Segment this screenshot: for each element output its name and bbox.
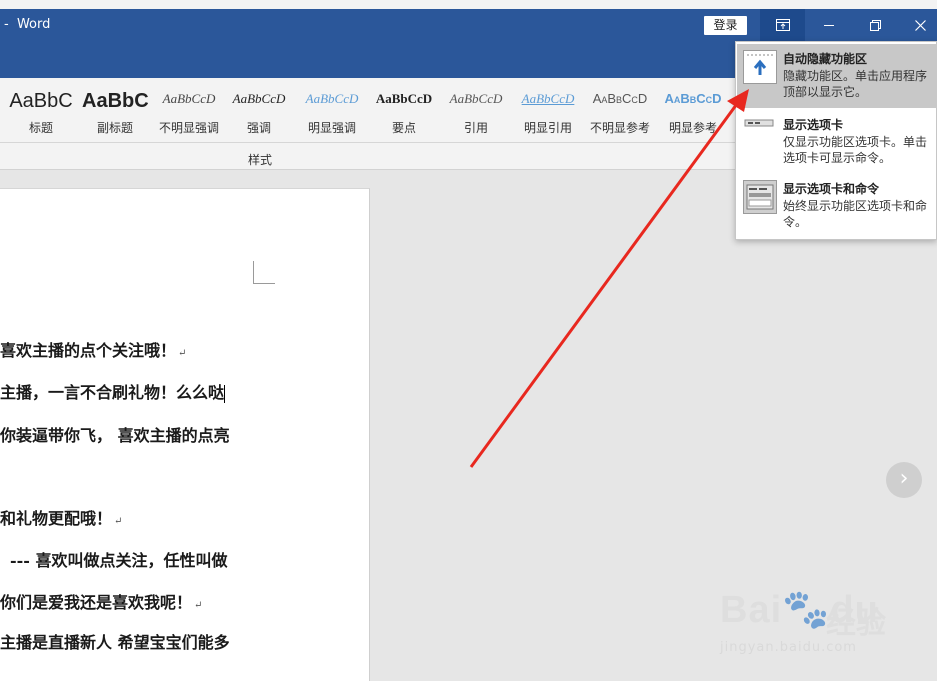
paragraph-mark: ↵ [194,600,203,611]
style-sample: AaBbCcD [449,91,503,106]
styles-group-label: 样式 [247,153,272,167]
menu-item-show-tabs-commands[interactable]: 显示选项卡和命令 始终显示功能区选项卡和命令。 [737,174,937,238]
style-label: 副标题 [96,121,133,135]
menu-item-description: 仅显示功能区选项卡。单击选项卡可显示命令。 [783,135,928,165]
style-label: 不明显参考 [589,121,650,135]
watermark-url: jingyan.baidu.com [720,640,857,655]
style-label: 不明显强调 [158,121,219,135]
show-tabs-icon [743,116,777,150]
auto-hide-ribbon-icon [743,50,777,84]
doc-line: --- 喜欢叫做点关注，任性叫做 [10,551,228,570]
style-title[interactable]: AaBbC 标题 [8,78,74,138]
doc-line: 喜欢主播的点个关注哦！ ↵ [0,341,187,360]
style-subtle-reference[interactable]: AaBbCcD 不明显参考 [589,78,651,138]
style-sample: AaBbCcD [664,91,722,106]
style-label: 明显引用 [523,121,572,135]
window-title: - Word [4,17,51,32]
style-label: 标题 [28,121,53,135]
style-sample: AaBbC [9,90,73,112]
menu-item-title: 显示选项卡和命令 [783,182,880,196]
style-strong[interactable]: AaBbCcD 要点 [373,78,435,138]
style-sample: AaBbCcD [162,91,216,106]
style-subtitle[interactable]: AaBbC 副标题 [82,78,148,138]
menu-item-auto-hide-ribbon[interactable]: 自动隐藏功能区 隐藏功能区。单击应用程序顶部以显示它。 [737,44,937,108]
watermark-cn: 经验 [826,606,886,641]
style-sample: AaBbCcD [375,91,433,106]
style-label: 明显强调 [307,121,356,135]
show-tabs-commands-icon [743,180,777,214]
doc-line: 和礼物更配哦！ ↵ [0,509,123,528]
ribbon-display-options-menu: 自动隐藏功能区 隐藏功能区。单击应用程序顶部以显示它。 显示选项卡 仅显示功能区… [735,41,937,240]
ribbon-display-options-button[interactable] [760,9,805,41]
minimize-button[interactable] [806,9,852,41]
doc-line: 主播是直播新人 希望宝宝们能多 [0,633,230,652]
restore-button[interactable] [852,9,898,41]
paragraph-mark: ↵ [178,348,187,359]
close-icon [914,19,926,31]
style-emphasis[interactable]: AaBbCcD 强调 [229,78,289,138]
restore-icon [869,19,881,31]
style-sample: AaBbCcD [305,91,359,106]
style-intense-quote[interactable]: AaBbCcD 明显引用 [517,78,579,138]
style-sample: AaBbCcD [232,91,286,106]
document-page[interactable]: 喜欢主播的点个关注哦！ ↵ 主播，一言不合刷礼物！么么哒 你装逼带你飞， 喜欢主播… [0,188,370,681]
style-intense-emphasis[interactable]: AaBbCcD 明显强调 [302,78,362,138]
doc-line: 主播，一言不合刷礼物！么么哒 [0,383,226,403]
menu-item-title: 自动隐藏功能区 [783,52,868,66]
minimize-icon [824,24,834,26]
menu-item-description: 隐藏功能区。单击应用程序顶部以显示它。 [783,69,928,99]
doc-line: 你们是爱我还是喜欢我呢！ ↵ [0,593,203,612]
menu-item-show-tabs[interactable]: 显示选项卡 仅显示功能区选项卡。单击选项卡可显示命令。 [737,110,937,174]
paw-icon: 🐾 [782,589,831,631]
menu-item-description: 始终显示功能区选项卡和命令。 [783,199,928,229]
baidu-jingyan-watermark: Bai🐾du 经验 jingyan.baidu.com [718,580,908,660]
style-sample: AaBbC [82,90,148,112]
next-page-button[interactable]: › [886,462,922,498]
text-caret [224,384,226,403]
style-label: 强调 [246,121,271,135]
paragraph-mark: ↵ [114,516,123,527]
style-sample: AaBbCcD [521,91,575,106]
style-label: 明显参考 [668,121,717,135]
style-sample: AaBbCcD [592,91,648,106]
style-label: 要点 [391,121,416,135]
style-label: 引用 [463,121,488,135]
login-button[interactable]: 登录 [704,16,747,35]
menu-item-title: 显示选项卡 [783,118,844,132]
style-quote[interactable]: AaBbCcD 引用 [446,78,506,138]
ribbon-display-options-icon [775,19,790,31]
margin-corner-mark [253,261,275,284]
top-strip [0,0,937,9]
close-button[interactable] [897,9,937,41]
style-intense-reference[interactable]: AaBbCcD 明显参考 [661,78,725,138]
doc-line: 你装逼带你飞， 喜欢主播的点亮 [0,426,230,445]
style-subtle-emphasis[interactable]: AaBbCcD 不明显强调 [156,78,222,138]
